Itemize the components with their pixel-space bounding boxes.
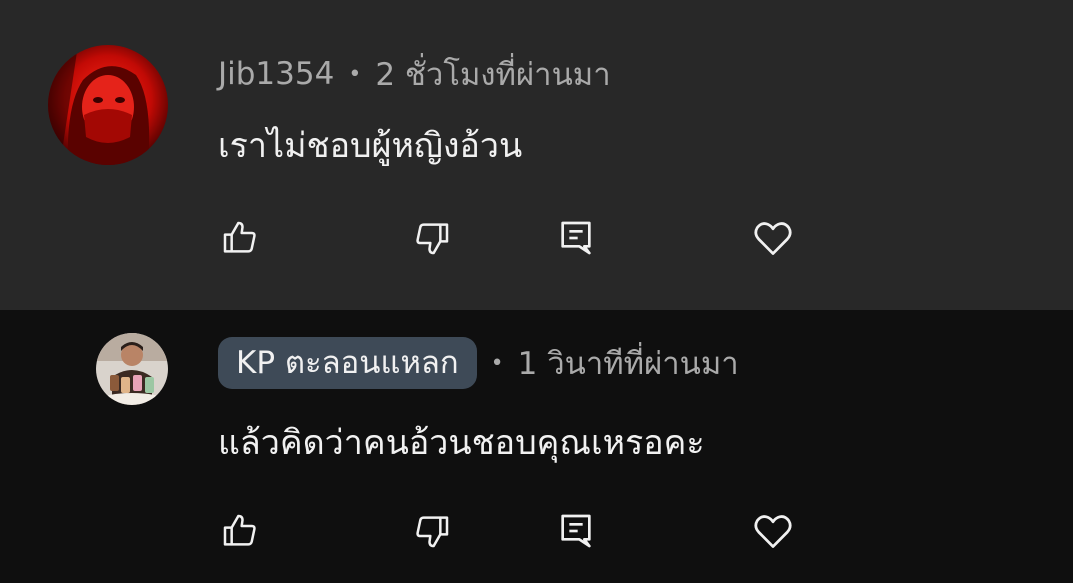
- author-name-chip[interactable]: KP ตะลอนแหลก: [218, 337, 477, 389]
- avatar[interactable]: [96, 333, 168, 405]
- reply-button[interactable]: [548, 210, 604, 266]
- dislike-button[interactable]: [404, 503, 460, 559]
- avatar[interactable]: [48, 45, 168, 165]
- thumb-up-icon: [223, 514, 256, 546]
- timestamp[interactable]: 2 ชั่วโมงที่ผ่านมา: [375, 49, 610, 99]
- comment-thread-item: KP ตะลอนแหลก • 1 วินาทีที่ผ่านมา แล้วคิด…: [0, 310, 1073, 583]
- comment-actions: [0, 210, 1073, 270]
- reply-button[interactable]: [548, 503, 604, 559]
- comment-thread-item: Jib1354 • 2 ชั่วโมงที่ผ่านมา เราไม่ชอบผู…: [0, 0, 1073, 310]
- reply-icon: [561, 514, 591, 548]
- timestamp[interactable]: 1 วินาทีที่ผ่านมา: [518, 338, 739, 388]
- author-name[interactable]: Jib1354: [218, 56, 334, 92]
- thumb-down-icon: [416, 223, 449, 255]
- like-button[interactable]: [212, 210, 268, 266]
- heart-icon: [754, 515, 792, 548]
- thumb-up-icon: [223, 221, 256, 253]
- dislike-button[interactable]: [404, 210, 460, 266]
- heart-icon: [754, 222, 792, 255]
- comment-actions: [0, 503, 1073, 563]
- separator-dot: •: [490, 350, 504, 376]
- like-button[interactable]: [212, 503, 268, 559]
- heart-button[interactable]: [745, 210, 801, 266]
- thumb-down-icon: [416, 516, 449, 548]
- comment-text: เราไม่ชอบผู้หญิงอ้วน: [218, 126, 523, 166]
- comment-meta: Jib1354 • 2 ชั่วโมงที่ผ่านมา: [218, 52, 611, 96]
- comment-meta: KP ตะลอนแหลก • 1 วินาทีที่ผ่านมา: [218, 337, 739, 389]
- separator-dot: •: [348, 61, 362, 87]
- comment-text: แล้วคิดว่าคนอ้วนชอบคุณเหรอคะ: [218, 423, 705, 463]
- reply-icon: [561, 221, 591, 255]
- heart-button[interactable]: [745, 503, 801, 559]
